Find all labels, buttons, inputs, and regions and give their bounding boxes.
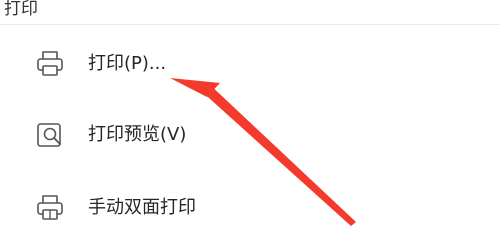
section-header: 打印 [0, 0, 500, 25]
menu-item-label: 打印预览(V) [88, 124, 187, 145]
menu-item-print[interactable]: 打印(P)... [0, 36, 500, 92]
printer-icon [35, 49, 65, 79]
print-menu-panel: 打印 打印(P)... 打印预览(V) 手动双面打印 [0, 0, 500, 247]
duplex-print-icon [35, 193, 65, 223]
print-preview-icon [35, 120, 65, 150]
menu-item-label: 手动双面打印 [88, 197, 196, 218]
menu-item-manual-duplex-print[interactable]: 手动双面打印 [0, 180, 500, 236]
menu-item-label: 打印(P)... [88, 53, 167, 74]
menu-item-print-preview[interactable]: 打印预览(V) [0, 107, 500, 163]
section-title: 打印 [4, 0, 38, 19]
